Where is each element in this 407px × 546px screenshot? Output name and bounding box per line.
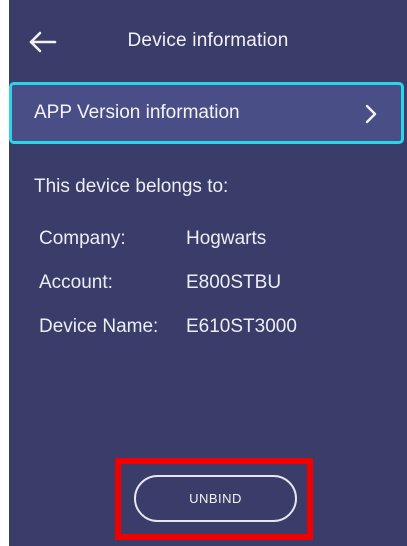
account-label: Account: [39, 272, 113, 293]
unbind-highlight-box: UNBIND [115, 458, 313, 540]
app-version-label: APP Version information [34, 102, 240, 123]
device-info-screen: Device information APP Version informati… [9, 0, 407, 546]
company-label: Company: [39, 228, 126, 249]
page-title: Device information [127, 30, 289, 51]
chevron-right-icon [365, 104, 377, 124]
header-bar: Device information [9, 0, 407, 78]
account-value: E800STBU [186, 272, 282, 293]
company-value: Hogwarts [186, 228, 267, 249]
device-name-label: Device Name: [39, 316, 159, 337]
unbind-button[interactable]: UNBIND [134, 475, 297, 522]
app-version-information-item[interactable]: APP Version information [9, 82, 404, 144]
device-name-value: E610ST3000 [186, 316, 297, 337]
belongs-to-heading: This device belongs to: [34, 176, 229, 197]
